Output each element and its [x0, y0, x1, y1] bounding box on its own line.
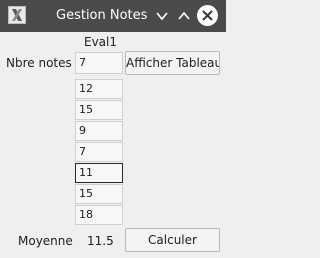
- count-label: Nbre notes :: [6, 56, 80, 70]
- grade-field-4[interactable]: 7: [75, 142, 123, 162]
- grade-field-7[interactable]: 18: [75, 205, 123, 225]
- grade-field-6[interactable]: 15: [75, 184, 123, 204]
- window-titlebar[interactable]: Gestion Notes: [0, 0, 226, 32]
- show-table-button[interactable]: Afficher Tableau: [125, 51, 220, 75]
- grade-field-1[interactable]: 12: [75, 79, 123, 99]
- grade-field-3[interactable]: 9: [75, 121, 123, 141]
- chevron-down-icon[interactable]: [152, 6, 172, 26]
- grade-field-5[interactable]: 11: [75, 163, 123, 183]
- grade-field-2[interactable]: 15: [75, 100, 123, 120]
- count-field[interactable]: 7: [75, 52, 123, 74]
- app-x-icon: [8, 6, 26, 24]
- chevron-up-icon[interactable]: [174, 6, 194, 26]
- window-title: Gestion Notes: [56, 8, 148, 23]
- average-value: 11.5: [87, 234, 114, 248]
- close-icon[interactable]: [197, 5, 218, 26]
- column-header: Eval1: [84, 35, 118, 49]
- compute-button[interactable]: Calculer: [125, 228, 220, 252]
- average-label: Moyenne: [18, 234, 73, 248]
